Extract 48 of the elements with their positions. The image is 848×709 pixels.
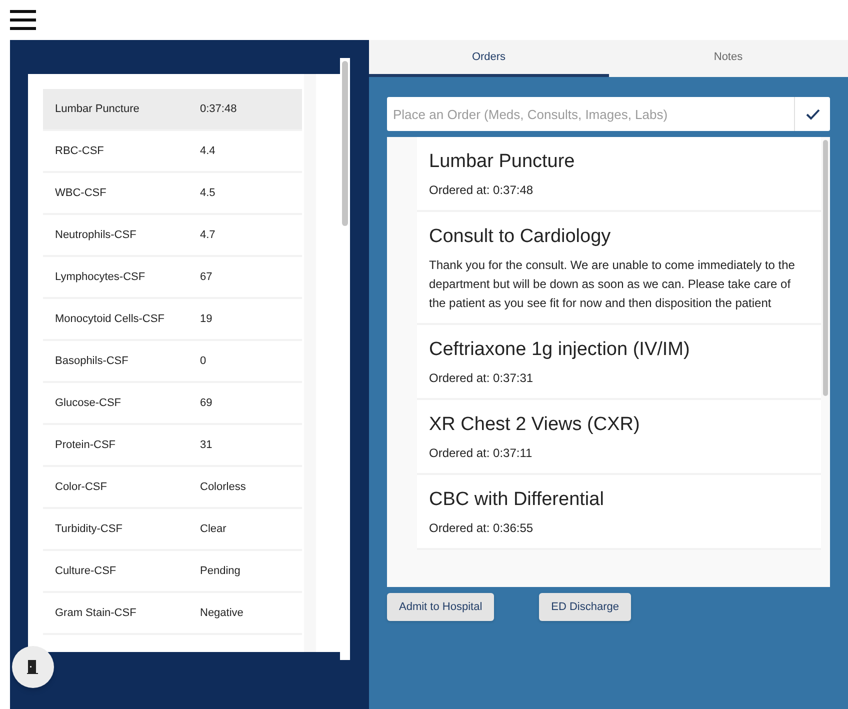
order-detail: Ordered at: 0:37:48 [429,182,534,199]
lab-name: Gram Stain-CSF [55,606,138,621]
lab-value: Pending [200,564,240,579]
lab-value: Negative [200,606,244,621]
lab-value: Colorless [200,480,246,495]
lab-name: Glucose-CSF [55,396,122,411]
action-button[interactable]: Admit to Hospital [387,593,494,621]
lab-name: Lymphocytes-CSF [55,270,146,285]
lab-name: Turbidity-CSF [55,522,124,537]
lab-value: 67 [200,270,212,285]
menu-icon[interactable] [10,9,36,31]
lab-row[interactable]: Lumbar Puncture 0:37:48 [43,89,302,131]
order-title: XR Chest 2 Views (CXR) [429,413,641,437]
lab-name: Lumbar Puncture [55,102,140,117]
lab-name: Monocytoid Cells-CSF [55,312,166,327]
lab-name: WBC-CSF [55,186,108,201]
tab[interactable]: Notes [608,40,848,77]
order-title: CBC with Differential [429,488,605,512]
order-detail: Ordered at: 0:37:11 [429,445,534,462]
lab-name: Neutrophils-CSF [55,228,138,243]
order-title: Ceftriaxone 1g injection (IV/IM) [429,338,691,362]
lab-value: 0:37:48 [200,102,237,117]
order-detail: Ordered at: 0:37:31 [429,370,534,387]
lab-value: Clear [200,522,226,537]
action-button[interactable]: ED Discharge [539,593,632,621]
order-title: Consult to Cardiology [429,225,612,249]
order-title: Lumbar Puncture [429,150,576,174]
order-detail: Ordered at: 0:36:55 [429,520,534,537]
lab-value: 4.4 [200,144,216,159]
lab-value: 4.7 [200,228,216,243]
lab-value: 4.5 [200,186,216,201]
lab-value: 31 [200,438,212,453]
lab-value: 0 [200,354,206,369]
check-icon [806,108,820,120]
order-field[interactable]: Place an Order (Meds, Consults, Images, Labs) [387,97,795,131]
lab-name: Color-CSF [55,480,108,495]
lab-name: Protein-CSF [55,438,117,453]
lab-value: 69 [200,396,212,411]
lab-name: Basophils-CSF [55,354,130,369]
tab[interactable]: Orders [369,40,608,77]
exit-button[interactable] [12,646,54,688]
submit-button[interactable] [795,97,830,131]
order-detail: Thank you for the consult. We are unable to come immediately to the department but will be down as soon as we can. Please take care of the patient as you see fit for now and then disposition the patient [429,257,796,312]
lab-name: Culture-CSF [55,564,118,579]
lab-name: RBC-CSF [55,144,105,159]
lab-value: 19 [200,312,212,327]
door-icon [27,660,39,674]
scrollbar[interactable] [340,58,350,660]
